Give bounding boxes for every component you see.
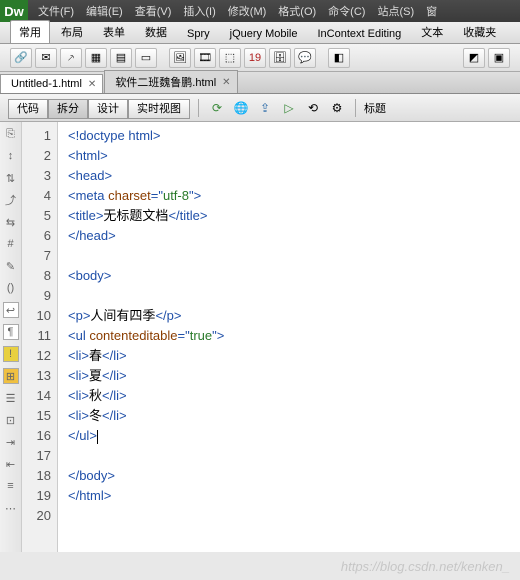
category-tab[interactable]: 收藏夹 [454,20,505,43]
layout-icon[interactable]: ▤ [110,48,132,68]
menu-item[interactable]: 插入(I) [177,1,221,21]
server-icon[interactable]: 🗄 [269,48,291,68]
refresh-icon[interactable]: ⟲ [303,99,323,117]
live-data-icon[interactable]: ⟳ [207,99,227,117]
preview-icon[interactable]: ▷ [279,99,299,117]
category-tab[interactable]: 常用 [10,20,50,43]
format-icon[interactable]: ≡ [3,478,19,494]
div-icon[interactable]: ▭ [135,48,157,68]
menu-item[interactable]: 修改(M) [222,1,273,21]
select-parent-icon[interactable]: ⤴ [3,192,19,208]
media-icon[interactable]: 🎞 [194,48,216,68]
watermark: https://blog.csdn.net/kenken_ [341,559,510,574]
main-menu: 文件(F)编辑(E)查看(V)插入(I)修改(M)格式(O)命令(C)站点(S)… [28,1,443,21]
category-tab[interactable]: 数据 [136,20,176,43]
close-icon[interactable]: ✕ [88,79,96,90]
hyperlink-icon[interactable]: 🔗 [10,48,32,68]
recent-icon[interactable]: ⋯ [3,500,19,516]
category-tab[interactable]: InContext Editing [308,24,410,43]
mail-icon[interactable]: ✉ [35,48,57,68]
category-tab[interactable]: Spry [178,24,219,43]
document-tabs: Untitled-1.html ✕ 软件二班魏鲁鹏.html ✕ [0,72,520,94]
view-button[interactable]: 拆分 [48,99,88,119]
close-icon[interactable]: ✕ [222,77,230,88]
line-numbers-icon[interactable]: # [3,236,19,252]
document-tab[interactable]: 软件二班魏鲁鹏.html ✕ [104,70,237,93]
reference-icon[interactable]: ⊞ [3,368,19,384]
category-tab[interactable]: 布局 [52,20,92,43]
script-icon[interactable]: ◩ [463,48,485,68]
menu-item[interactable]: 编辑(E) [80,1,129,21]
expand-icon[interactable]: ⇅ [3,170,19,186]
menu-item[interactable]: 查看(V) [129,1,178,21]
menu-item[interactable]: 窗 [420,1,443,21]
document-tab-label: Untitled-1.html [11,78,82,90]
anchor-icon[interactable]: ⸕ [60,48,82,68]
outdent-icon[interactable]: ⇤ [3,456,19,472]
category-tab[interactable]: 表单 [94,20,134,43]
widget-icon[interactable]: ⬚ [219,48,241,68]
word-wrap-icon[interactable]: ↩ [3,302,19,318]
table-icon[interactable]: ▦ [85,48,107,68]
insert-toolbar: 🔗 ✉ ⸕ ▦ ▤ ▭ 🖼 🎞 ⬚ 19 🗄 💬 ◧ ◩ ▣ [0,44,520,72]
syntax-error-icon[interactable]: ! [3,346,19,362]
document-tab[interactable]: Untitled-1.html ✕ [0,74,103,93]
image-icon[interactable]: 🖼 [169,48,191,68]
snippet-icon[interactable]: ⊡ [3,412,19,428]
menu-item[interactable]: 格式(O) [272,1,322,21]
options-icon[interactable]: ⚙ [327,99,347,117]
view-button[interactable]: 设计 [88,99,128,119]
menu-item[interactable]: 文件(F) [32,1,80,21]
view-button[interactable]: 实时视图 [128,99,190,119]
code-toolbar: ⎘ ↕ ⇅ ⤴ ⇆ # ✎ () ↩ ¶ ! ⊞ ☰ ⊡ ⇥ ⇤ ≡ ⋯ [0,122,22,552]
collapse-icon[interactable]: ↕ [3,148,19,164]
open-docs-icon[interactable]: ⎘ [3,126,19,142]
code-nav-icon[interactable]: ☰ [3,390,19,406]
code-area[interactable]: <!doctype html><html><head><meta charset… [58,122,520,552]
app-logo: Dw [0,0,28,22]
indent-icon[interactable]: ⇥ [3,434,19,450]
template-icon[interactable]: ▣ [488,48,510,68]
view-button[interactable]: 代码 [8,99,48,119]
comment-icon[interactable]: 💬 [294,48,316,68]
globe-icon[interactable]: 🌐 [231,99,251,117]
upload-icon[interactable]: ⇪ [255,99,275,117]
category-tab[interactable]: 文本 [412,20,452,43]
insert-category-bar: 常用布局表单数据SpryjQuery MobileInContext Editi… [0,22,520,44]
title-label: 标题 [364,100,386,116]
date-icon[interactable]: 19 [244,48,266,68]
category-tab[interactable]: jQuery Mobile [221,24,307,43]
head-icon[interactable]: ◧ [328,48,350,68]
invisible-icon[interactable]: ¶ [3,324,19,340]
document-toolbar: 代码拆分设计实时视图 ⟳ 🌐 ⇪ ▷ ⟲ ⚙ 标题 [0,94,520,122]
titlebar: Dw 文件(F)编辑(E)查看(V)插入(I)修改(M)格式(O)命令(C)站点… [0,0,520,22]
menu-item[interactable]: 站点(S) [371,1,420,21]
syntax-icon[interactable]: () [3,280,19,296]
code-editor: ⎘ ↕ ⇅ ⤴ ⇆ # ✎ () ↩ ¶ ! ⊞ ☰ ⊡ ⇥ ⇤ ≡ ⋯ 123… [0,122,520,552]
balance-icon[interactable]: ⇆ [3,214,19,230]
line-numbers: 1234567891011121314151617181920 [22,122,58,552]
highlight-icon[interactable]: ✎ [3,258,19,274]
menu-item[interactable]: 命令(C) [322,1,371,21]
document-tab-label: 软件二班魏鲁鹏.html [115,74,216,90]
